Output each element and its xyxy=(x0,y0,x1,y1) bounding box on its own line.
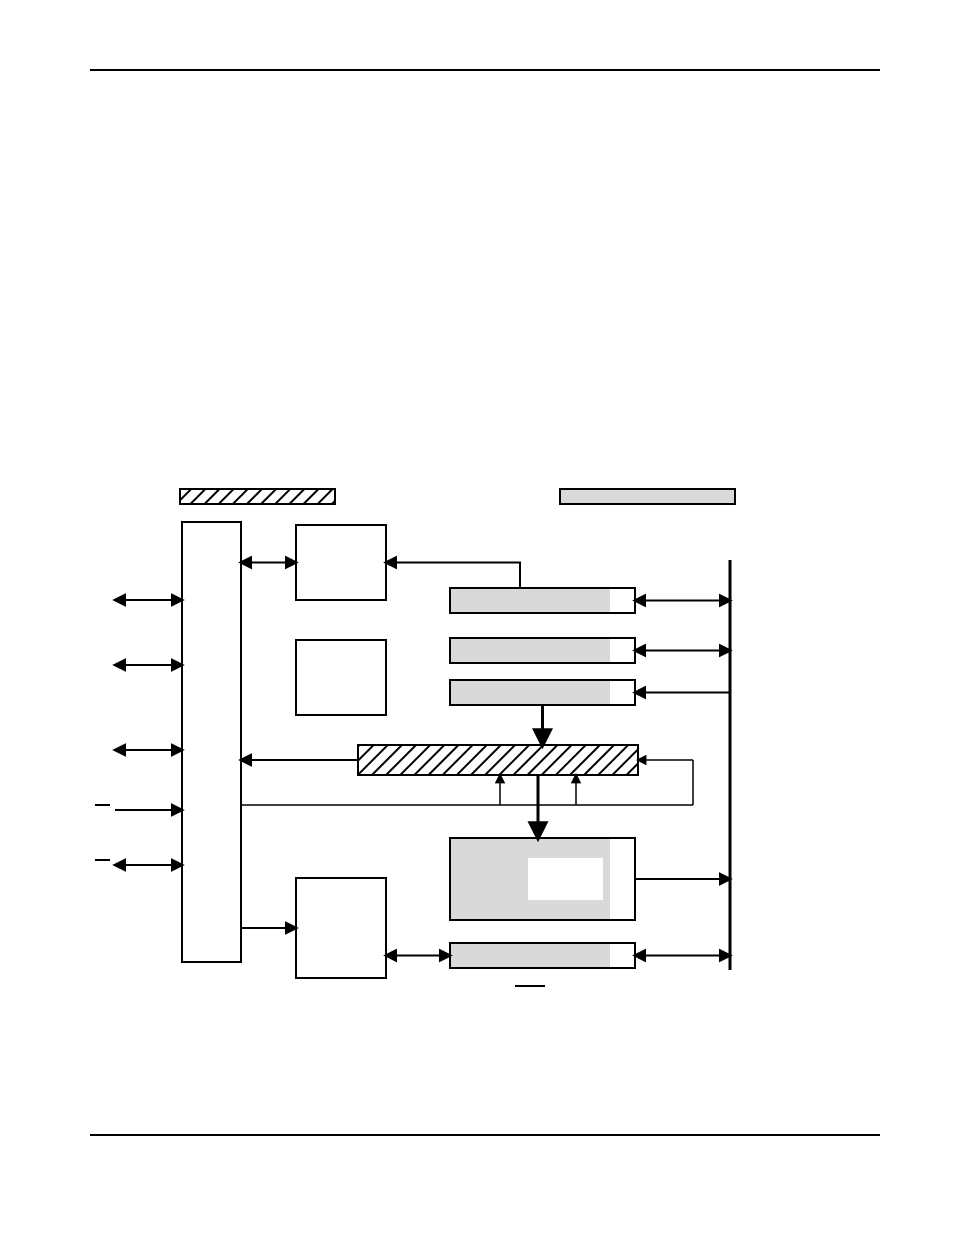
small-block-top xyxy=(296,525,386,600)
big-grey-inner-white xyxy=(528,858,603,900)
small-block-bottom xyxy=(296,878,386,978)
grey-bar-1-fill xyxy=(450,588,610,613)
conn-bar1-to-smalltop xyxy=(386,563,520,589)
legend-hatched xyxy=(180,489,335,504)
legend-solid xyxy=(560,489,735,504)
grey-bar-3-fill xyxy=(450,680,610,705)
grey-bar-4-fill xyxy=(450,943,610,968)
block-diagram xyxy=(0,0,954,1235)
grey-bar-2-fill xyxy=(450,638,610,663)
hatched-block xyxy=(358,745,638,775)
small-block-mid xyxy=(296,640,386,715)
left-tall-block xyxy=(182,522,241,962)
